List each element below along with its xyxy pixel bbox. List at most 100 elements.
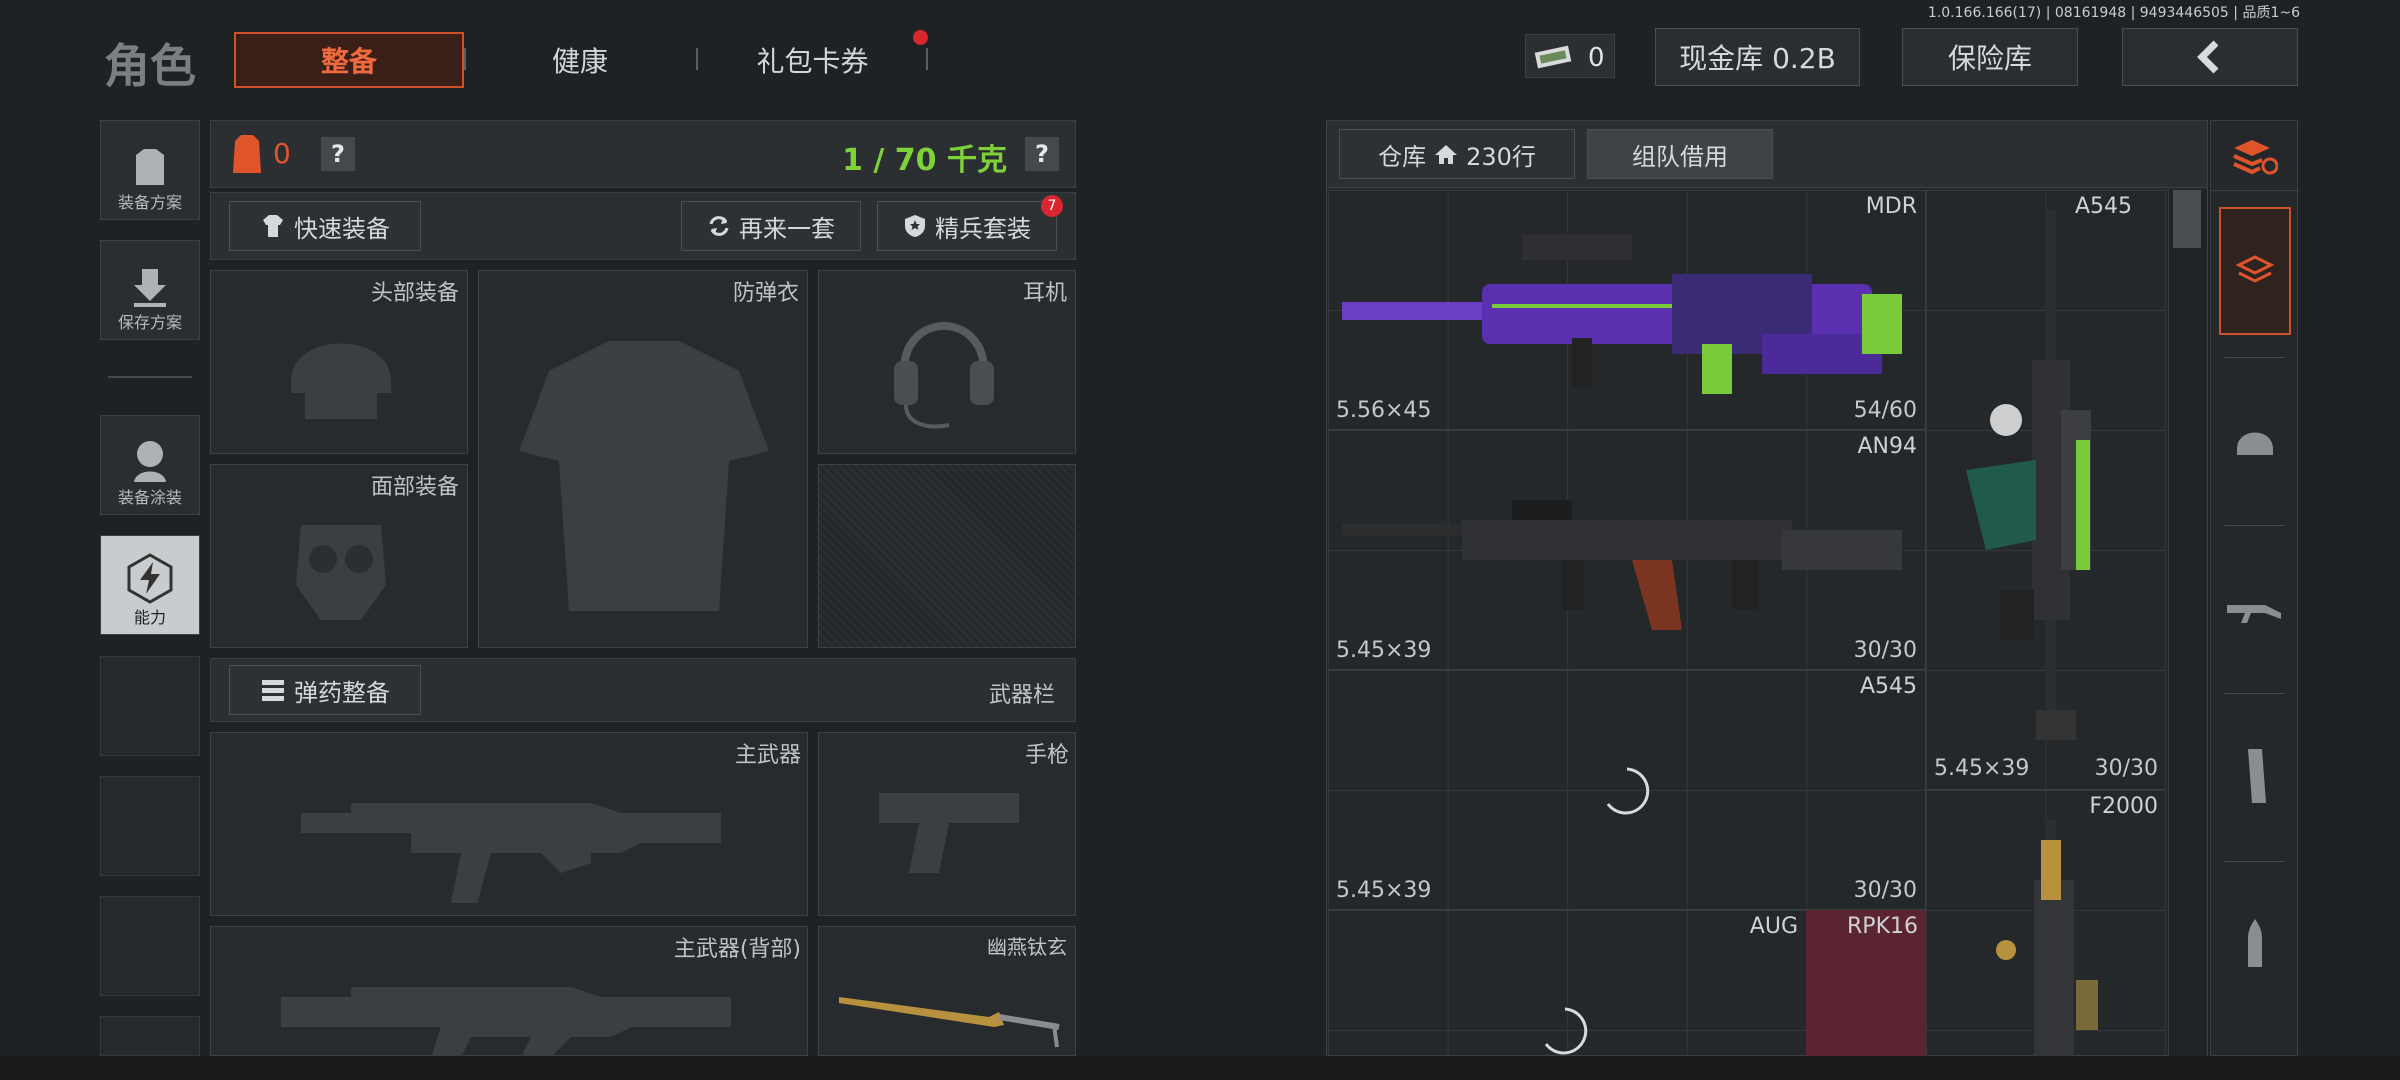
- back-arrow-icon: [2197, 40, 2219, 74]
- headset-slot[interactable]: 耳机: [818, 270, 1076, 454]
- warehouse-item-aug[interactable]: AUG: [1328, 910, 1806, 1056]
- ammo-equip-label: 弹药整备: [294, 678, 390, 707]
- save-plan-label: 保存方案: [117, 313, 182, 332]
- page-title: 角色: [104, 39, 196, 93]
- bottom-strip: [0, 1056, 2400, 1080]
- warehouse-rows: 230行: [1466, 142, 1536, 171]
- warehouse-item-a545-vertical[interactable]: A545 5.45×39 30/30: [1926, 190, 2166, 790]
- back-weapon-slot[interactable]: 主武器(背部): [210, 926, 808, 1057]
- loadout-plan-button[interactable]: 装备方案: [100, 120, 200, 220]
- shield-icon: [905, 215, 925, 237]
- team-borrow-button[interactable]: 组队借用: [1587, 129, 1773, 179]
- warehouse-header: 仓库 230行 组队借用: [1326, 120, 2208, 188]
- weight-help-button[interactable]: ?: [1025, 137, 1059, 171]
- empty-sidebar-slot[interactable]: [100, 896, 200, 996]
- helmet-icon: [291, 343, 391, 419]
- ability-button[interactable]: 能力: [100, 535, 200, 635]
- armor-vest-icon: [519, 341, 769, 611]
- cash-icon: [1534, 45, 1572, 69]
- again-button[interactable]: 再来一套: [681, 201, 861, 251]
- bag-count: 0: [273, 137, 291, 170]
- version-info: 1.0.166.166(17) | 08161948 | 9493446505 …: [1927, 5, 2300, 21]
- head-gear-slot[interactable]: 头部装备: [210, 270, 468, 454]
- notification-dot: [913, 30, 928, 45]
- equipment-skin-label: 装备涂装: [117, 488, 182, 507]
- filter-weapons[interactable]: [2211, 529, 2299, 689]
- empty-sidebar-slot[interactable]: [100, 776, 200, 876]
- body-armor-slot[interactable]: 防弹衣: [478, 270, 808, 648]
- face-gear-label: 面部装备: [370, 475, 459, 500]
- vest-icon: [136, 149, 164, 185]
- filter-helmet[interactable]: [2211, 361, 2299, 521]
- item-caliber: 5.56×45: [1336, 398, 1432, 423]
- primary-weapon-label: 主武器: [734, 743, 801, 768]
- tab-loadout[interactable]: 整备: [234, 32, 464, 88]
- rifle-silhouette-icon: [281, 987, 731, 1057]
- filter-all[interactable]: [2211, 121, 2299, 191]
- gas-mask-icon: [296, 525, 386, 620]
- scrollbar-thumb[interactable]: [2173, 190, 2201, 248]
- tab-gift-coupons[interactable]: 礼包卡券: [700, 32, 925, 88]
- bullet-filter-icon: [2248, 919, 2262, 967]
- shirt-icon: [263, 215, 283, 237]
- download-icon: [134, 269, 166, 307]
- mdr-rifle-icon: [1342, 234, 1902, 394]
- item-name: RPK16: [1847, 914, 1918, 939]
- sidebar-divider: [108, 376, 192, 378]
- melee-slot[interactable]: 幽燕钛玄: [818, 926, 1076, 1056]
- warehouse-item-rpk16[interactable]: RPK16: [1806, 910, 1926, 1056]
- magazine-filter-icon: [2248, 749, 2266, 803]
- ammo-equip-button[interactable]: 弹药整备: [229, 665, 421, 715]
- warehouse-item-mdr[interactable]: MDR 5.56×45 54/60: [1328, 190, 1926, 430]
- home-icon: [1435, 145, 1458, 164]
- filter-sidebar: [2210, 120, 2299, 1056]
- helmet-filter-icon: [2237, 432, 2273, 455]
- pistol-slot[interactable]: 手枪: [818, 732, 1076, 916]
- item-ammo: 30/30: [1853, 878, 1917, 903]
- warehouse-tab-label: 仓库: [1378, 142, 1427, 171]
- a545-rifle-icon: [1966, 210, 2091, 740]
- filter-stack-active[interactable]: [2219, 207, 2291, 335]
- warehouse-item-an94[interactable]: AN94 5.45×39 30/30: [1328, 430, 1926, 670]
- cash-vault-button[interactable]: 现金库 0.2B: [1655, 28, 1860, 86]
- warehouse-scrollbar[interactable]: [2168, 190, 2206, 1056]
- elite-set-button[interactable]: 精兵套装: [877, 201, 1057, 251]
- tab-divider: [464, 48, 466, 70]
- filter-divider: [2225, 693, 2285, 694]
- money-count: 0: [1588, 43, 1605, 73]
- back-button[interactable]: [2122, 28, 2298, 86]
- quick-actions-bar: 快速装备 再来一套 精兵套装 7: [210, 192, 1076, 260]
- tab-health[interactable]: 健康: [470, 32, 690, 88]
- tab-divider: [926, 48, 928, 70]
- filter-divider: [2225, 525, 2285, 526]
- ammo-bar: 弹药整备 武器栏: [210, 658, 1076, 722]
- insurance-vault-button[interactable]: 保险库: [1902, 28, 2078, 86]
- tab-divider: [696, 48, 698, 70]
- warehouse-item-f2000[interactable]: F2000: [1926, 790, 2166, 1056]
- filter-ammo[interactable]: [2211, 865, 2299, 1025]
- help-button[interactable]: ?: [321, 137, 355, 171]
- equipment-skin-button[interactable]: 装备涂装: [100, 415, 200, 515]
- money-display: 0: [1525, 34, 1615, 78]
- weight-indicator: 1 / 70 千克: [842, 143, 1007, 178]
- item-name: A545: [1859, 674, 1917, 699]
- weapon-bar-label: 武器栏: [988, 683, 1055, 708]
- head-gear-label: 头部装备: [370, 281, 459, 306]
- back-weapon-label: 主武器(背部): [673, 937, 801, 962]
- primary-weapon-slot[interactable]: 主武器: [210, 732, 808, 916]
- save-plan-button[interactable]: 保存方案: [100, 240, 200, 340]
- soldier-icon: [134, 441, 166, 482]
- face-gear-slot[interactable]: 面部装备: [210, 464, 468, 648]
- filter-magazines[interactable]: [2211, 697, 2299, 857]
- loadout-status-bar: 0 ? 1 / 70 千克 ?: [210, 120, 1076, 188]
- quick-equip-label: 快速装备: [294, 214, 390, 243]
- stack-icon: [2235, 255, 2275, 283]
- warehouse-grid: MDR 5.56×45 54/60 AN94 5.45×39 30/30 A54…: [1328, 190, 2166, 1056]
- warehouse-item-a545[interactable]: A545 5.45×39 30/30: [1328, 670, 1926, 910]
- empty-sidebar-slot[interactable]: [100, 656, 200, 756]
- locked-slot: [818, 464, 1076, 648]
- empty-sidebar-slot[interactable]: [100, 1016, 200, 1056]
- again-label: 再来一套: [739, 214, 835, 243]
- warehouse-tab[interactable]: 仓库 230行: [1339, 129, 1575, 179]
- quick-equip-button[interactable]: 快速装备: [229, 201, 421, 251]
